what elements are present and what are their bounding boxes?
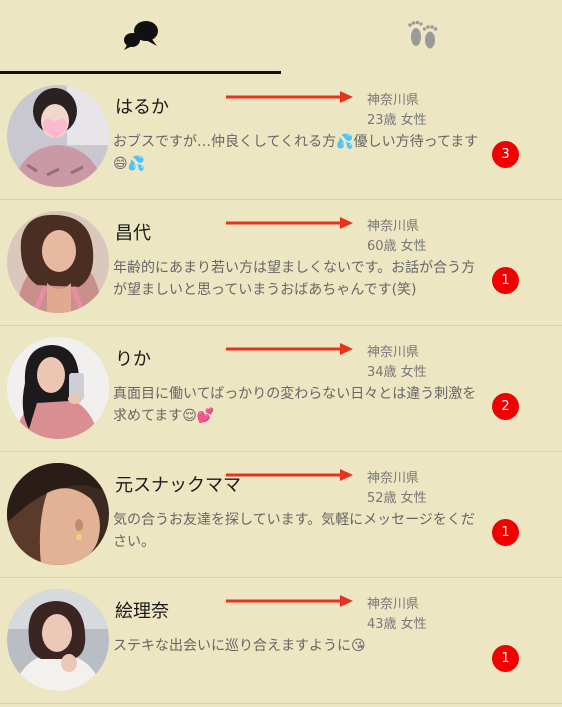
prefecture: 神奈川県 [367, 219, 420, 234]
message-preview: 気の合うお友達を探しています。気軽にメッセージをください。 [113, 512, 475, 550]
chat-bubbles-icon [124, 21, 158, 50]
arrow-icon [226, 595, 353, 607]
age-sex: 34歳 女性 [367, 365, 427, 380]
message-preview: 年齢的にあまり若い方は望ましくないです。お話が合う方が望ましいと思っていまうおば… [113, 260, 476, 298]
age-sex: 23歳 女性 [367, 113, 427, 128]
arrow-icon [226, 469, 353, 481]
message-preview: おブスですが…仲良くしてくれる方💦優しい方待ってます😄💦 [113, 134, 479, 172]
list-item[interactable]: はるか 神奈川県 23歳 女性 おブスですが…仲良くしてくれる方💦優しい方待って… [0, 74, 562, 200]
age-sex: 43歳 女性 [367, 617, 427, 632]
user-name: 絵理奈 [115, 601, 169, 622]
tab-bar [0, 0, 562, 74]
conversation-list: はるか 神奈川県 23歳 女性 おブスですが…仲良くしてくれる方💦優しい方待って… [0, 74, 562, 704]
avatar [7, 85, 109, 187]
unread-badge: 2 [492, 393, 519, 420]
avatar [7, 463, 109, 565]
avatar [7, 211, 109, 313]
avatar [7, 589, 109, 691]
unread-badge: 3 [492, 141, 519, 168]
list-item[interactable]: 絵理奈 神奈川県 43歳 女性 ステキな出会いに巡り合えますように😘 1 [0, 578, 562, 704]
list-item[interactable]: 元スナックママ 神奈川県 52歳 女性 気の合うお友達を探しています。気軽にメッ… [0, 452, 562, 578]
arrow-icon [226, 343, 353, 355]
message-preview: 真面目に働いてばっかりの変わらない日々とは違う刺激を求めてます😌💕 [113, 386, 477, 424]
list-item[interactable]: りか 神奈川県 34歳 女性 真面目に働いてばっかりの変わらない日々とは違う刺激… [0, 326, 562, 452]
prefecture: 神奈川県 [367, 597, 420, 612]
age-sex: 60歳 女性 [367, 239, 427, 254]
tab-footprints[interactable] [281, 0, 562, 74]
unread-badge: 1 [492, 645, 519, 672]
user-name: 元スナックママ [115, 475, 241, 496]
arrow-icon [226, 91, 353, 103]
user-name: 昌代 [115, 223, 151, 244]
user-name: りか [115, 349, 151, 370]
age-sex: 52歳 女性 [367, 491, 427, 506]
tab-chats[interactable] [0, 0, 281, 74]
prefecture: 神奈川県 [367, 471, 420, 486]
avatar [7, 337, 109, 439]
arrow-icon [226, 217, 353, 229]
footprints-icon [408, 20, 438, 49]
user-name: はるか [115, 97, 169, 118]
prefecture: 神奈川県 [367, 93, 420, 108]
prefecture: 神奈川県 [367, 345, 420, 360]
unread-badge: 1 [492, 519, 519, 546]
unread-badge: 1 [492, 267, 519, 294]
list-item[interactable]: 昌代 神奈川県 60歳 女性 年齢的にあまり若い方は望ましくないです。お話が合う… [0, 200, 562, 326]
message-preview: ステキな出会いに巡り合えますように😘 [113, 638, 366, 654]
